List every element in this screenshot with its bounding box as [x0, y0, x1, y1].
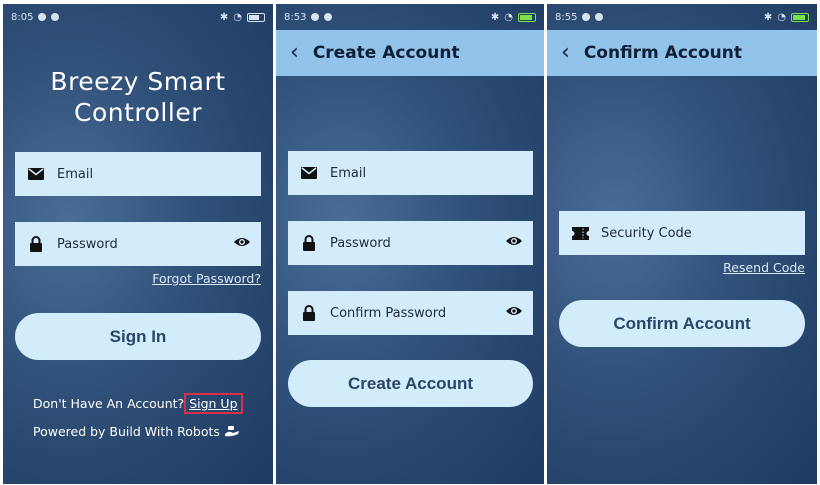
confirm-account-screen: 8:55 ✱ ◔ ‹ Confirm Account Security Code… [547, 4, 817, 484]
powered-by-row: Powered by Build With Robots [33, 424, 240, 439]
header-title: Confirm Account [583, 43, 743, 63]
wifi-icon: ◔ [233, 11, 242, 23]
email-field[interactable]: Email [288, 151, 533, 195]
eye-icon[interactable] [233, 235, 251, 253]
confirm-password-placeholder: Confirm Password [330, 305, 447, 321]
header-title: Create Account [312, 43, 460, 63]
create-account-button[interactable]: Create Account [288, 360, 533, 407]
header-bar: ‹ Confirm Account [547, 30, 817, 76]
signup-row: Don't Have An Account? Sign Up [33, 393, 243, 414]
status-time: 8:53 [284, 11, 307, 23]
app-title-line2: Controller [74, 98, 202, 127]
powered-by-text: Powered by Build With Robots [33, 424, 220, 439]
create-account-screen: 8:53 ✱ ◔ ‹ Create Account Email Password [276, 4, 544, 484]
notification-icon [324, 13, 333, 21]
lock-icon [27, 235, 45, 253]
password-placeholder: Password [57, 236, 118, 252]
email-field[interactable]: Email [15, 152, 261, 196]
app-title: Breezy Smart Controller [3, 66, 273, 128]
mail-icon [27, 165, 45, 183]
status-bar: 8:05 ✱ ◔ [3, 4, 273, 30]
sign-up-link[interactable]: Sign Up [184, 393, 243, 414]
battery-icon [247, 12, 265, 22]
header-bar: ‹ Create Account [276, 30, 544, 76]
resend-code-link[interactable]: Resend Code [723, 260, 805, 275]
app-title-line1: Breezy Smart [50, 67, 226, 96]
security-code-placeholder: Security Code [601, 225, 692, 241]
forgot-password-link[interactable]: Forgot Password? [152, 271, 261, 286]
security-code-field[interactable]: Security Code [559, 211, 805, 255]
ticket-icon [571, 224, 589, 242]
bluetooth-icon: ✱ [763, 11, 773, 23]
confirm-account-button[interactable]: Confirm Account [559, 300, 805, 347]
confirm-password-field[interactable]: Confirm Password [288, 291, 533, 335]
password-placeholder: Password [330, 235, 391, 251]
battery-icon [791, 12, 809, 22]
no-account-text: Don't Have An Account? [33, 396, 185, 411]
bluetooth-icon: ✱ [219, 11, 229, 23]
notification-icon [595, 13, 604, 21]
mail-icon [300, 164, 318, 182]
lock-icon [300, 304, 318, 322]
eye-icon[interactable] [505, 234, 523, 252]
status-time: 8:55 [555, 11, 578, 23]
status-time: 8:05 [11, 11, 34, 23]
eye-icon[interactable] [505, 304, 523, 322]
lock-icon [300, 234, 318, 252]
notification-icon [38, 13, 47, 21]
status-bar: 8:55 ✱ ◔ [547, 4, 817, 30]
notification-icon [311, 13, 320, 21]
status-bar: 8:53 ✱ ◔ [276, 4, 544, 30]
sign-in-button[interactable]: Sign In [15, 313, 261, 360]
wifi-icon: ◔ [504, 11, 513, 23]
email-placeholder: Email [330, 165, 367, 181]
bluetooth-icon: ✱ [490, 11, 500, 23]
password-field[interactable]: Password [15, 222, 261, 266]
email-placeholder: Email [57, 166, 94, 182]
sign-in-screen: 8:05 ✱ ◔ Breezy Smart Controller Email P… [3, 4, 273, 484]
password-field[interactable]: Password [288, 221, 533, 265]
robot-hand-icon [224, 424, 240, 439]
notification-icon [51, 13, 60, 21]
back-arrow-icon[interactable]: ‹ [290, 42, 299, 64]
wifi-icon: ◔ [777, 11, 786, 23]
back-arrow-icon[interactable]: ‹ [561, 42, 570, 64]
battery-icon [518, 12, 536, 22]
notification-icon [582, 13, 591, 21]
